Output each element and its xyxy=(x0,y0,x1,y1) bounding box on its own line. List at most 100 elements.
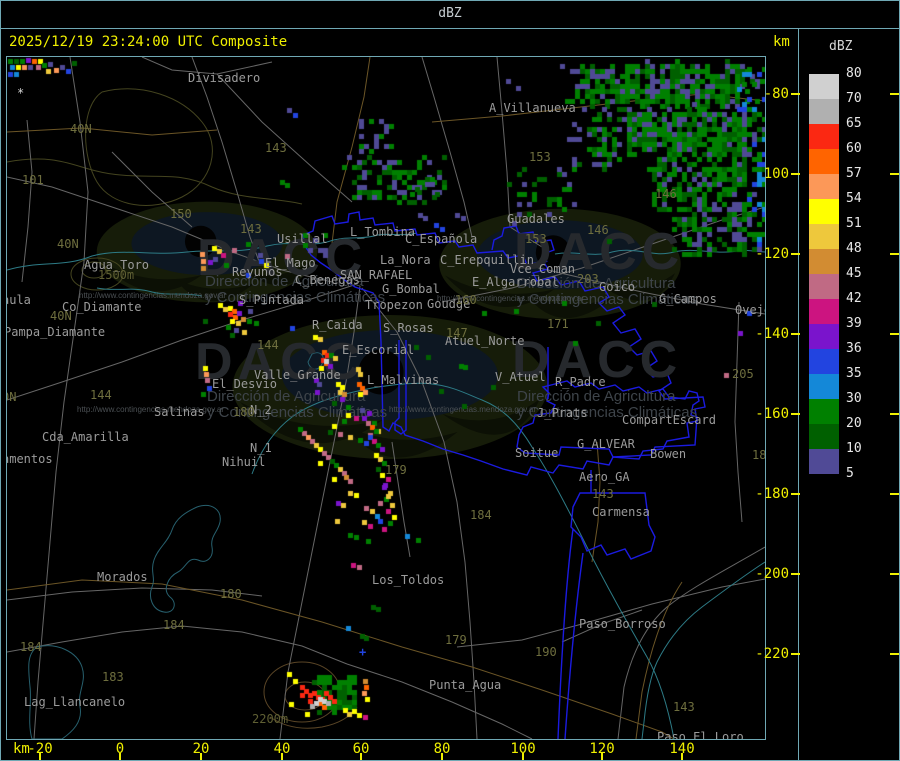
right-axis-tick xyxy=(890,93,899,95)
map-label: Tropezon xyxy=(365,298,423,312)
map-label: 147 xyxy=(446,326,468,340)
colorbar-swatch xyxy=(809,199,839,224)
right-axis-tick xyxy=(890,333,899,335)
colorbar-label: 54 xyxy=(846,191,862,206)
map-label: El_Desvio xyxy=(212,377,278,391)
right-axis-tick xyxy=(890,253,899,255)
right-axis-tick xyxy=(890,653,899,655)
colorbar-swatch xyxy=(809,299,839,324)
colorbar-label: 30 xyxy=(846,391,862,406)
map-label: J_Prats xyxy=(537,406,588,420)
colorbar-label: 39 xyxy=(846,316,862,331)
colorbar-swatch xyxy=(809,324,839,349)
map-label: 40N xyxy=(57,237,79,251)
map-label: L_Malvinas xyxy=(367,373,440,387)
map-label: Soitue xyxy=(515,446,559,460)
map-label: amentos xyxy=(6,452,53,466)
map-label: 146 xyxy=(655,187,677,201)
map-label: Divisadero xyxy=(188,71,261,85)
map-label: A_Villanueva xyxy=(489,101,576,115)
map-label: 180 xyxy=(233,405,255,419)
map-label: 153 xyxy=(525,232,547,246)
timestamp: 2025/12/19 23:24:00 UTC Composite xyxy=(9,34,288,50)
colorbar-swatch xyxy=(809,124,839,149)
colorbar-separator xyxy=(798,29,799,760)
bottom-axis-tick xyxy=(601,753,603,760)
map-label: Morados xyxy=(97,570,148,584)
map-label: R_Padre xyxy=(555,375,606,389)
map-label: Goico xyxy=(599,280,636,294)
map-label: 150 xyxy=(170,207,192,221)
map-label: R_Caida xyxy=(312,318,363,332)
colorbar-label: 42 xyxy=(846,291,862,306)
map-label: Cda_Amarilla xyxy=(42,430,129,444)
map-label: Usillal xyxy=(277,232,328,246)
colorbar-label: 51 xyxy=(846,216,862,231)
window-title: dBZ xyxy=(438,6,462,21)
map-label: CompartEscard xyxy=(622,413,716,427)
colorbar-swatch xyxy=(809,274,839,299)
bottom-axis-tick xyxy=(39,753,41,760)
map-label: Los_Toldos xyxy=(372,573,445,587)
bottom-axis-tick xyxy=(441,753,443,760)
map-label: 190 xyxy=(535,645,557,659)
colorbar-label: 35 xyxy=(846,366,862,381)
map-label: Lag_Llancanelo xyxy=(24,695,126,709)
map-label: 1500m xyxy=(98,268,135,282)
map-label: 179 xyxy=(445,633,467,647)
map-label: 143 xyxy=(592,487,614,501)
map-label: 184 xyxy=(20,640,42,654)
colorbar-label: 5 xyxy=(846,466,854,481)
map-label: 40N xyxy=(50,309,72,323)
bottom-axis-tick xyxy=(522,753,524,760)
map-label: 0N xyxy=(7,390,17,404)
radar-app-window: dBZ 2025/12/19 23:24:00 UTC Composite km xyxy=(0,0,900,761)
map-label: 2200m xyxy=(252,712,289,726)
colorbar-label: 48 xyxy=(846,241,862,256)
vertical-axis-unit: km xyxy=(773,34,790,50)
bottom-axis-tick xyxy=(200,753,202,760)
colorbar-label: 10 xyxy=(846,441,862,456)
right-axis-tick xyxy=(791,413,800,415)
map-label: * xyxy=(17,86,25,100)
bottom-axis-tick xyxy=(360,753,362,760)
colorbar-swatch xyxy=(809,174,839,199)
map-label: + xyxy=(359,645,367,659)
map-label: 101 xyxy=(22,173,44,187)
map-label: N_1 xyxy=(250,441,272,455)
colorbar-label: 80 xyxy=(846,66,862,81)
map-label: Paso_Borroso xyxy=(579,617,666,631)
map-label: C_Española xyxy=(405,232,478,246)
map-label: 203 xyxy=(577,272,599,286)
colorbar-swatch xyxy=(809,149,839,174)
colorbar-swatch xyxy=(809,399,839,424)
map-label: 143 xyxy=(265,141,287,155)
map-label: Co_Diamante xyxy=(62,300,142,314)
map-label: Bowen xyxy=(650,447,687,461)
colorbar-label: 57 xyxy=(846,166,862,181)
map-label: 183 xyxy=(102,670,124,684)
right-axis-tick xyxy=(890,413,899,415)
bottom-axis-tick xyxy=(281,753,283,760)
right-axis-tick xyxy=(791,253,800,255)
map-label: Aero_GA xyxy=(579,470,630,484)
colorbar-swatch xyxy=(809,249,839,274)
title-bar: dBZ xyxy=(1,1,899,29)
map-label: Pampa_Diamante xyxy=(6,325,106,339)
map-label: Paso_El_Loro xyxy=(657,730,744,740)
colorbar-swatch xyxy=(809,224,839,249)
map-label: G_ALVEAR xyxy=(577,437,635,451)
colorbar-label: 60 xyxy=(846,141,862,156)
map-label: G_Campos xyxy=(659,292,717,306)
colorbar-swatch xyxy=(809,74,839,99)
map-label: V_Atuel xyxy=(495,370,546,384)
map-label: aula xyxy=(7,293,31,307)
map-label: 153 xyxy=(529,150,551,164)
right-axis-tick xyxy=(890,173,899,175)
map-label: Guadales xyxy=(507,212,565,226)
map-label: 144 xyxy=(257,338,279,352)
map-label: 180 xyxy=(220,587,242,601)
bottom-axis-tick xyxy=(119,753,121,760)
map-label: Salinas xyxy=(154,405,205,419)
right-axis-tick xyxy=(791,333,800,335)
